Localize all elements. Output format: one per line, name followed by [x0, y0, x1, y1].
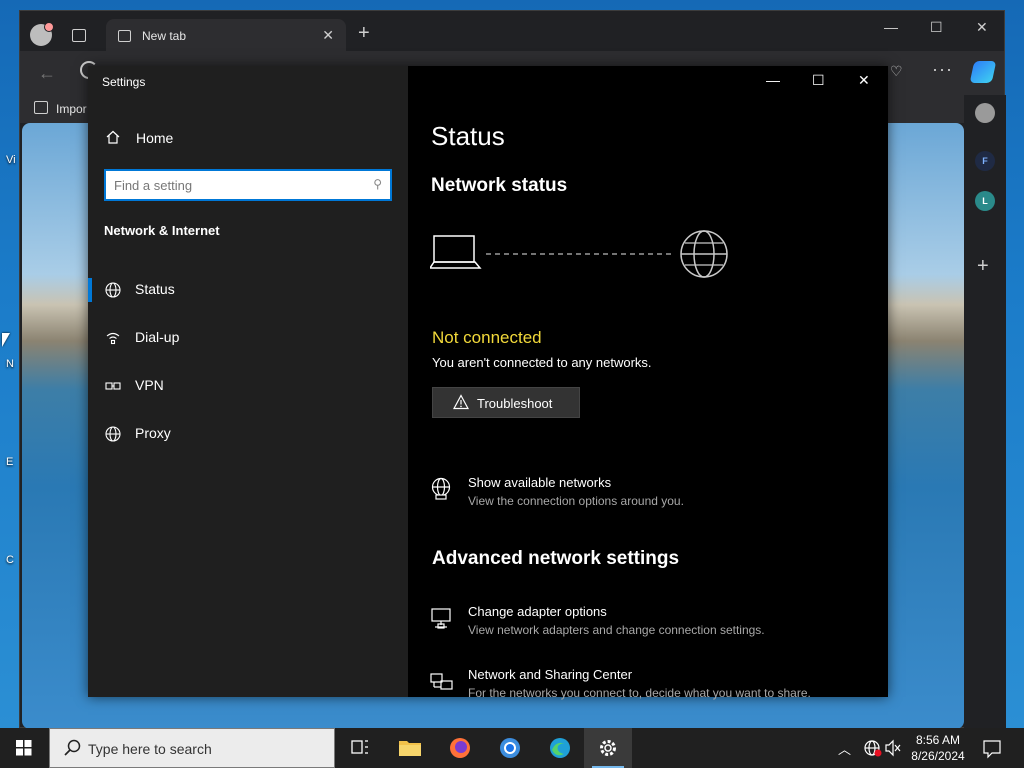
- show-networks-subtitle: View the connection options around you.: [468, 494, 684, 508]
- add-sidebar-app-icon[interactable]: +: [977, 255, 989, 278]
- edge-icon: [550, 738, 570, 758]
- settings-search-input[interactable]: [114, 176, 354, 194]
- maximize-icon[interactable]: ☐: [930, 19, 943, 36]
- vpn-icon: [105, 382, 121, 390]
- close-icon[interactable]: ✕: [976, 19, 988, 36]
- connection-description: You aren't connected to any networks.: [432, 355, 652, 370]
- settings-main-pane: Status Network status Not connected You …: [408, 66, 888, 700]
- settings-window: Settings Home ⚲ Network & Internet Statu…: [88, 66, 888, 700]
- profile-avatar[interactable]: [30, 22, 54, 46]
- sharing-center-subtitle: For the networks you connect to, decide …: [468, 686, 811, 700]
- tab-title: New tab: [142, 29, 187, 43]
- nav-item-proxy[interactable]: Proxy: [88, 414, 408, 454]
- notifications-icon[interactable]: [980, 728, 1004, 768]
- nav-item-label: Status: [135, 281, 175, 297]
- file-explorer-button[interactable]: [386, 728, 434, 768]
- desktop-icon-label: Vi: [6, 154, 16, 166]
- close-tab-icon[interactable]: ✕: [322, 27, 334, 44]
- windows-logo-icon: [16, 740, 32, 756]
- taskbar-search-box[interactable]: Type here to search: [49, 728, 335, 768]
- browser-essentials-icon[interactable]: ♡: [890, 63, 903, 80]
- network-adapter-icon: [431, 608, 451, 629]
- home-label: Home: [136, 130, 174, 146]
- home-icon: [106, 130, 120, 144]
- browser-tab[interactable]: New tab ✕: [106, 19, 346, 52]
- show-hidden-icons-chevron-icon[interactable]: ︿: [838, 739, 851, 768]
- nav-item-label: VPN: [135, 377, 164, 393]
- nav-item-status[interactable]: Status: [88, 270, 408, 310]
- internet-globe-icon: [680, 230, 728, 278]
- adapter-options-title: Change adapter options: [468, 604, 607, 619]
- clock-date: 8/26/2024: [911, 749, 965, 763]
- volume-muted-icon[interactable]: [884, 728, 902, 768]
- nav-item-label: Dial-up: [135, 329, 180, 345]
- search-icon[interactable]: ⚲: [373, 177, 382, 191]
- new-tab-button[interactable]: +: [358, 23, 370, 43]
- new-tab-icon: [118, 30, 131, 42]
- tab-actions-icon[interactable]: [72, 29, 86, 42]
- settings-navigation: Settings Home ⚲ Network & Internet Statu…: [88, 66, 408, 697]
- task-view-button[interactable]: [336, 728, 384, 768]
- troubleshoot-label: Troubleshoot: [477, 396, 553, 411]
- network-status-diagram: [430, 230, 728, 278]
- taskbar-clock[interactable]: 8:56 AM 8/26/2024: [902, 732, 974, 764]
- firefox-icon: [450, 738, 470, 758]
- laptop-icon: [430, 235, 482, 269]
- browser-tabbar: New tab ✕ + — ☐ ✕: [20, 11, 1004, 52]
- task-view-icon: [351, 740, 368, 754]
- network-sharing-center-link[interactable]: Network and Sharing Center For the netwo…: [430, 665, 870, 709]
- sharing-center-icon: [430, 673, 453, 690]
- home-nav-item[interactable]: Home: [88, 124, 408, 152]
- section-title: Network & Internet: [104, 223, 220, 238]
- page-title: Status: [431, 121, 505, 151]
- troubleshoot-button[interactable]: Troubleshoot: [432, 387, 580, 418]
- import-favorites-link[interactable]: Impor: [56, 102, 87, 116]
- more-options-icon[interactable]: ···: [932, 59, 953, 80]
- edge-button[interactable]: [536, 728, 584, 768]
- warning-icon: [453, 394, 469, 410]
- search-icon: [64, 739, 81, 756]
- chrome-button[interactable]: [486, 728, 534, 768]
- network-status-icon[interactable]: [862, 728, 884, 768]
- globe-icon: [105, 426, 121, 442]
- settings-search-box[interactable]: ⚲: [104, 169, 392, 201]
- show-available-networks-link[interactable]: Show available networks View the connect…: [430, 473, 870, 517]
- change-adapter-options-link[interactable]: Change adapter options View network adap…: [430, 602, 870, 646]
- globe-icon: [105, 282, 121, 298]
- taskbar-search-placeholder: Type here to search: [88, 741, 212, 757]
- desktop-icon-label: E: [6, 456, 14, 468]
- nav-item-vpn[interactable]: VPN: [88, 366, 408, 406]
- nav-item-label: Proxy: [135, 425, 171, 441]
- folder-icon: [399, 741, 421, 756]
- advanced-network-heading: Advanced network settings: [432, 548, 680, 569]
- nav-item-dialup[interactable]: Dial-up: [88, 318, 408, 358]
- adapter-options-subtitle: View network adapters and change connect…: [468, 623, 765, 637]
- copilot-icon[interactable]: [969, 61, 997, 83]
- network-status-heading: Network status: [431, 175, 568, 196]
- network-globe-icon: [431, 477, 451, 500]
- desktop-icon-label: C: [6, 554, 14, 566]
- chrome-icon: [500, 738, 520, 758]
- sidebar-app-f-icon[interactable]: F: [975, 151, 995, 171]
- dialup-icon: [106, 332, 120, 345]
- mouse-cursor-icon: [2, 333, 10, 347]
- taskbar: Type here to search ︿ 8:56 AM 8/26/2024: [0, 728, 1024, 768]
- start-button[interactable]: [0, 728, 48, 768]
- firefox-button[interactable]: [436, 728, 484, 768]
- browser-sidebar: F L +: [964, 95, 1006, 729]
- show-networks-title: Show available networks: [468, 475, 612, 490]
- sidebar-app-l-icon[interactable]: L: [975, 191, 995, 211]
- gear-icon: [600, 740, 616, 756]
- sidebar-app-icon[interactable]: [975, 103, 995, 123]
- connection-state: Not connected: [432, 328, 542, 347]
- import-favorites-icon: [34, 101, 48, 114]
- minimize-icon[interactable]: —: [884, 19, 898, 35]
- clock-time: 8:56 AM: [915, 733, 961, 747]
- sharing-center-title: Network and Sharing Center: [468, 667, 633, 682]
- window-title: Settings: [102, 75, 146, 89]
- back-arrow-icon[interactable]: ←: [38, 63, 56, 84]
- desktop-icon-label: N: [6, 358, 14, 370]
- settings-taskbar-button[interactable]: [584, 728, 632, 768]
